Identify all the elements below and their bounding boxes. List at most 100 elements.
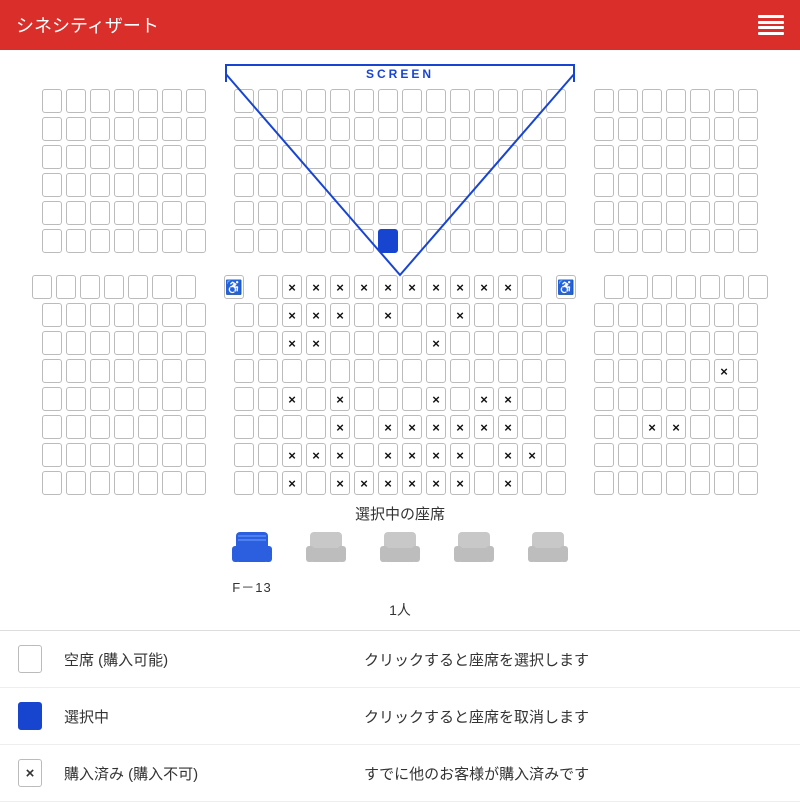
seat[interactable] (138, 359, 158, 383)
seat[interactable] (474, 303, 494, 327)
seat[interactable] (546, 443, 566, 467)
seat[interactable] (666, 145, 686, 169)
seat[interactable] (714, 117, 734, 141)
seat[interactable] (498, 229, 518, 253)
seat[interactable] (90, 443, 110, 467)
seat[interactable] (330, 201, 350, 225)
seat[interactable] (354, 387, 374, 411)
seat[interactable] (498, 145, 518, 169)
seat[interactable] (426, 173, 446, 197)
seat[interactable] (642, 303, 662, 327)
seat[interactable] (618, 201, 638, 225)
seat[interactable] (186, 201, 206, 225)
seat[interactable] (66, 331, 86, 355)
seat[interactable] (618, 471, 638, 495)
seat[interactable] (306, 117, 326, 141)
seat[interactable] (474, 173, 494, 197)
seat[interactable] (258, 303, 278, 327)
seat[interactable] (474, 145, 494, 169)
seat[interactable] (306, 229, 326, 253)
seat[interactable] (186, 331, 206, 355)
seat[interactable] (522, 387, 542, 411)
seat[interactable] (594, 443, 614, 467)
seat[interactable] (594, 89, 614, 113)
seat[interactable] (714, 303, 734, 327)
seat[interactable] (330, 89, 350, 113)
seat[interactable] (594, 415, 614, 439)
seat[interactable] (282, 359, 302, 383)
seat[interactable] (450, 331, 470, 355)
seat[interactable] (402, 303, 422, 327)
seat[interactable] (714, 387, 734, 411)
seat[interactable] (282, 415, 302, 439)
seat[interactable] (378, 117, 398, 141)
seat[interactable] (676, 275, 696, 299)
seat[interactable] (450, 89, 470, 113)
seat[interactable] (642, 117, 662, 141)
seat[interactable] (66, 303, 86, 327)
seat[interactable] (282, 117, 302, 141)
seat[interactable] (522, 471, 542, 495)
seat[interactable] (66, 145, 86, 169)
seat[interactable] (90, 89, 110, 113)
seat[interactable] (474, 331, 494, 355)
seat[interactable] (642, 443, 662, 467)
seat[interactable] (162, 331, 182, 355)
seat[interactable] (282, 201, 302, 225)
seat[interactable] (234, 415, 254, 439)
seat[interactable] (234, 173, 254, 197)
seat[interactable] (114, 331, 134, 355)
seat[interactable] (618, 145, 638, 169)
seat[interactable] (666, 89, 686, 113)
seat[interactable] (402, 89, 422, 113)
seat[interactable] (666, 201, 686, 225)
seat[interactable] (42, 117, 62, 141)
seat[interactable] (128, 275, 148, 299)
seat[interactable] (642, 173, 662, 197)
seat[interactable] (32, 275, 52, 299)
seat[interactable] (162, 471, 182, 495)
seat[interactable] (690, 303, 710, 327)
seat[interactable] (642, 331, 662, 355)
seat[interactable] (666, 443, 686, 467)
seat[interactable] (162, 303, 182, 327)
seat[interactable] (714, 229, 734, 253)
seat[interactable] (642, 387, 662, 411)
seat[interactable] (690, 443, 710, 467)
seat[interactable] (258, 443, 278, 467)
seat[interactable] (748, 275, 768, 299)
seat[interactable] (690, 201, 710, 225)
seat[interactable] (234, 471, 254, 495)
seat[interactable] (642, 89, 662, 113)
seat[interactable] (450, 229, 470, 253)
seat[interactable] (546, 229, 566, 253)
seat[interactable] (618, 415, 638, 439)
seat[interactable] (690, 117, 710, 141)
seat[interactable] (186, 387, 206, 411)
seat[interactable] (628, 275, 648, 299)
seat[interactable] (738, 415, 758, 439)
seat[interactable] (330, 331, 350, 355)
seat[interactable] (56, 275, 76, 299)
seat[interactable] (114, 387, 134, 411)
seat[interactable] (42, 331, 62, 355)
seat[interactable] (618, 331, 638, 355)
seat[interactable] (642, 201, 662, 225)
seat[interactable] (546, 145, 566, 169)
seat[interactable] (162, 443, 182, 467)
seat[interactable] (690, 331, 710, 355)
seat[interactable] (714, 415, 734, 439)
seat[interactable] (700, 275, 720, 299)
seat[interactable] (498, 331, 518, 355)
seat[interactable] (666, 173, 686, 197)
seat[interactable] (66, 387, 86, 411)
seat[interactable] (258, 201, 278, 225)
seat[interactable] (402, 145, 422, 169)
seat[interactable] (522, 415, 542, 439)
seat[interactable] (138, 331, 158, 355)
seat[interactable] (714, 145, 734, 169)
seat[interactable] (138, 303, 158, 327)
seat[interactable] (450, 145, 470, 169)
seat[interactable] (234, 89, 254, 113)
seat[interactable] (138, 443, 158, 467)
